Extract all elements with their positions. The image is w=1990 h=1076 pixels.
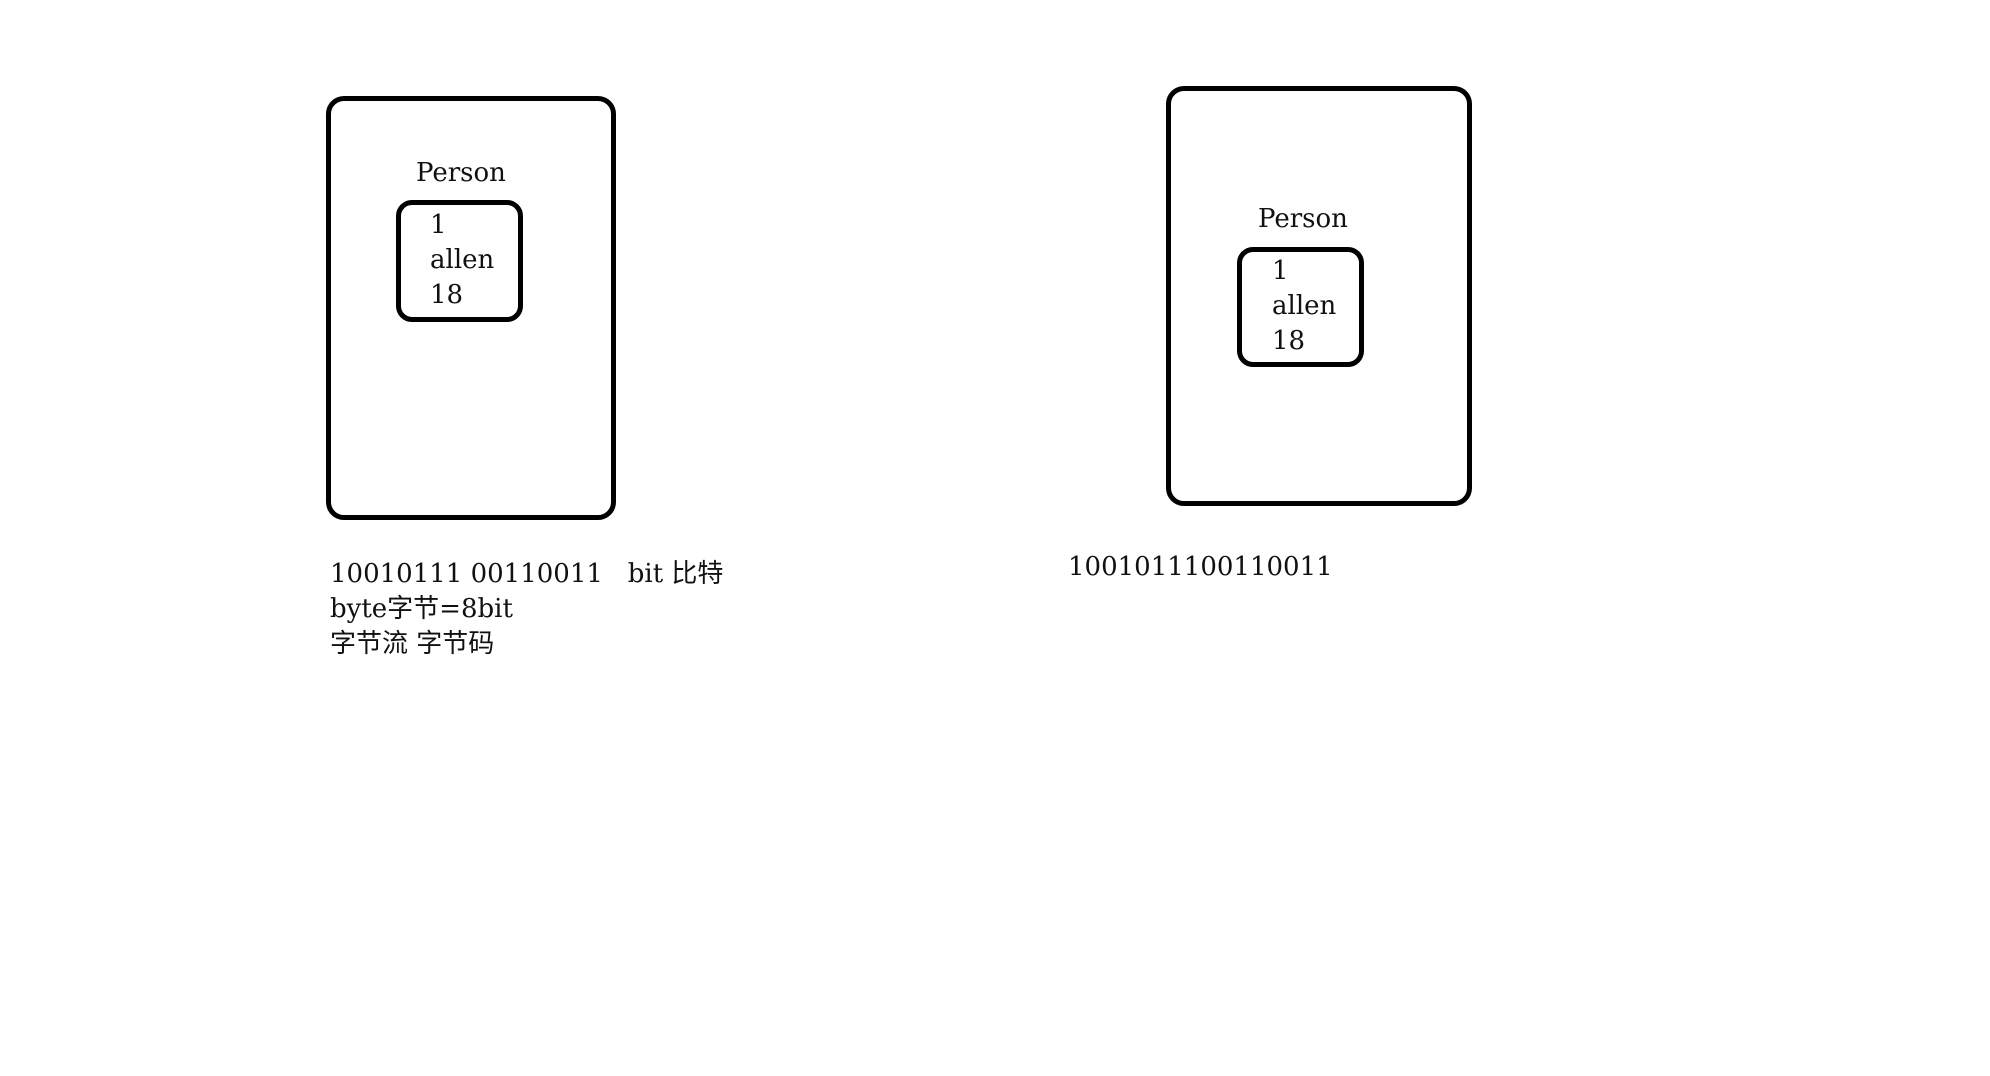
left-field-name: allen bbox=[430, 245, 495, 275]
binary-bits-note: 10010111 00110011 bit 比特 bbox=[330, 559, 724, 589]
left-field-id: 1 bbox=[430, 210, 447, 240]
byte-stream-note: 字节流 字节码 bbox=[330, 629, 495, 659]
byte-definition-note: byte字节=8bit bbox=[330, 594, 513, 624]
left-field-age: 18 bbox=[430, 280, 464, 310]
right-field-name: allen bbox=[1272, 291, 1337, 321]
left-class-name: Person bbox=[416, 158, 506, 188]
serialized-binary-note: 1001011100110011 bbox=[1068, 552, 1333, 582]
right-field-age: 18 bbox=[1272, 326, 1306, 356]
right-field-id: 1 bbox=[1272, 256, 1289, 286]
right-class-name: Person bbox=[1258, 204, 1348, 234]
